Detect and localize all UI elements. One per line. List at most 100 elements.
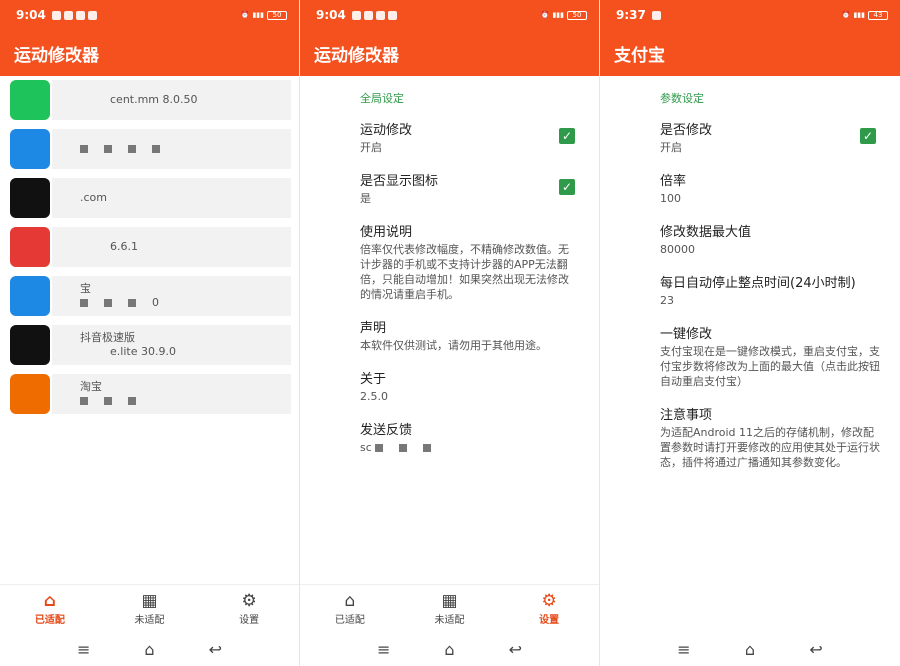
notification-icons — [651, 10, 661, 20]
wechat-app-icon — [10, 80, 50, 120]
status-bar: 9:04 ⏰ ▮▮▮ 50 — [0, 0, 299, 30]
back-icon[interactable]: ↩ — [509, 640, 522, 659]
page-title: 支付宝 — [614, 45, 665, 66]
menu-icon[interactable]: ≡ — [377, 640, 390, 659]
pref-notes[interactable]: 注意事项 为适配Android 11之后的存储机制，修改配置参数时请打开要修改的… — [660, 407, 880, 470]
status-time: 9:04 — [16, 8, 46, 22]
app-name: 抖音极速版 — [80, 331, 135, 344]
nav-settings[interactable]: ⚙ 设置 — [499, 585, 599, 632]
nav-unadapted[interactable]: ▦ 未适配 — [100, 585, 200, 632]
pref-instructions[interactable]: 使用说明 倍率仅代表修改幅度，不精确修改数值。无计步器的手机或不支持计步器的AP… — [360, 224, 579, 302]
alarm-icon: ⏰ — [540, 11, 550, 19]
alarm-icon: ⏰ — [240, 11, 250, 19]
alipay-app-icon — [10, 276, 50, 316]
back-icon[interactable]: ↩ — [209, 640, 222, 659]
pref-sport-modify[interactable]: 运动修改 开启 ✓ — [360, 122, 579, 155]
app-version: 6.6.1 — [110, 240, 138, 253]
page-title: 运动修改器 — [314, 45, 399, 66]
bottom-nav: ⌂ 已适配 ▦ 未适配 ⚙ 设置 — [0, 584, 299, 632]
back-icon[interactable]: ↩ — [809, 640, 822, 659]
notification-icons — [51, 10, 97, 20]
gear-icon: ⚙ — [241, 591, 257, 611]
app-row-qq[interactable]: .com — [0, 174, 299, 222]
app-name: 淘宝 — [80, 380, 102, 393]
app-version: 0 — [80, 296, 159, 310]
status-time: 9:04 — [316, 8, 346, 22]
app-row-taobao[interactable]: 淘宝 — [0, 370, 299, 418]
app-row-4[interactable]: 6.6.1 — [0, 223, 299, 271]
qq-app-icon — [10, 178, 50, 218]
section-title: 参数设定 — [660, 92, 704, 105]
app-row-2[interactable] — [0, 125, 299, 173]
app-row-alipay[interactable]: 宝0 — [0, 272, 299, 320]
app-version — [80, 142, 176, 156]
grid-icon: ▦ — [141, 591, 158, 611]
status-time: 9:37 — [616, 8, 646, 22]
app-name: 宝 — [80, 282, 91, 295]
checkbox-checked-icon[interactable]: ✓ — [559, 128, 575, 144]
app-row-douyin-lite[interactable]: 抖音极速版 e.lite 30.9.0 — [0, 321, 299, 369]
pref-feedback[interactable]: 发送反馈 sc — [360, 422, 579, 455]
notification-icons — [351, 10, 397, 20]
status-right: ⏰ ▮▮▮ 50 — [240, 10, 287, 20]
app-version — [80, 394, 152, 408]
nav-settings[interactable]: ⚙ 设置 — [199, 585, 299, 632]
pref-multiplier[interactable]: 倍率 100 — [660, 173, 880, 206]
settings-list: 参数设定 是否修改 开启 ✓ 倍率 100 修改数据最大值 80000 每日自动… — [660, 90, 880, 488]
taobao-app-icon — [10, 374, 50, 414]
signal-icon: ▮▮▮ — [552, 11, 564, 19]
home-outline-icon[interactable]: ⌂ — [745, 640, 755, 659]
app-icon — [10, 227, 50, 267]
nav-adapted[interactable]: ⌂ 已适配 — [0, 585, 100, 632]
battery-icon: 43 — [868, 10, 888, 20]
app-bar: 运动修改器 — [0, 30, 299, 76]
checkbox-checked-icon[interactable]: ✓ — [559, 179, 575, 195]
status-right: ⏰ ▮▮▮ 43 — [841, 10, 888, 20]
pref-max-value[interactable]: 修改数据最大值 80000 — [660, 224, 880, 257]
system-nav: ≡ ⌂ ↩ — [0, 632, 299, 666]
settings-list: 全局设定 运动修改 开启 ✓ 是否显示图标 是 ✓ 使用说明 倍率仅代表修改幅度… — [360, 90, 579, 473]
app-version: .com — [80, 191, 107, 204]
status-bar: 9:37 ⏰ ▮▮▮ 43 — [600, 0, 900, 30]
system-nav: ≡ ⌂ ↩ — [300, 632, 599, 666]
section-title: 全局设定 — [360, 92, 404, 105]
nav-adapted[interactable]: ⌂ 已适配 — [300, 585, 400, 632]
douyin-app-icon — [10, 325, 50, 365]
home-outline-icon[interactable]: ⌂ — [444, 640, 454, 659]
system-nav: ≡ ⌂ ↩ — [600, 632, 900, 666]
battery-icon: 50 — [267, 10, 287, 20]
status-bar: 9:04 ⏰ ▮▮▮ 50 — [300, 0, 599, 30]
signal-icon: ▮▮▮ — [853, 11, 865, 19]
app-list: cent.mm 8.0.50 .com 6.6.1 宝0 抖音极速版 e.lit… — [0, 76, 299, 419]
pref-one-click-modify[interactable]: 一键修改 支付宝现在是一键修改模式，重启支付宝，支付宝步数将修改为上面的最大值（… — [660, 326, 880, 389]
screen-global-settings: 9:04 ⏰ ▮▮▮ 50 运动修改器 全局设定 运动修改 开启 ✓ 是否显示图… — [300, 0, 600, 666]
home-outline-icon[interactable]: ⌂ — [144, 640, 154, 659]
grid-icon: ▦ — [441, 591, 458, 611]
home-icon: ⌂ — [43, 591, 56, 611]
app-icon — [10, 129, 50, 169]
bottom-nav: ⌂ 已适配 ▦ 未适配 ⚙ 设置 — [300, 584, 599, 632]
app-bar: 支付宝 — [600, 30, 900, 76]
signal-icon: ▮▮▮ — [252, 11, 264, 19]
menu-icon[interactable]: ≡ — [77, 640, 90, 659]
app-version: cent.mm 8.0.50 — [110, 93, 198, 106]
gear-icon: ⚙ — [541, 591, 557, 611]
battery-icon: 50 — [567, 10, 587, 20]
pref-enable-modify[interactable]: 是否修改 开启 ✓ — [660, 122, 880, 155]
nav-unadapted[interactable]: ▦ 未适配 — [400, 585, 500, 632]
pref-show-icon[interactable]: 是否显示图标 是 ✓ — [360, 173, 579, 206]
home-icon: ⌂ — [344, 591, 356, 611]
checkbox-checked-icon[interactable]: ✓ — [860, 128, 876, 144]
app-bar: 运动修改器 — [300, 30, 599, 76]
page-title: 运动修改器 — [14, 45, 99, 66]
app-row-wechat[interactable]: cent.mm 8.0.50 — [0, 76, 299, 124]
pref-statement[interactable]: 声明 本软件仅供测试，请勿用于其他用途。 — [360, 320, 579, 353]
pref-about[interactable]: 关于 2.5.0 — [360, 371, 579, 404]
screen-alipay-params: 9:37 ⏰ ▮▮▮ 43 支付宝 参数设定 是否修改 开启 ✓ 倍率 100 — [600, 0, 900, 666]
alarm-icon: ⏰ — [841, 11, 851, 19]
pref-auto-stop-hour[interactable]: 每日自动停止整点时间(24小时制) 23 — [660, 275, 880, 308]
screen-app-list: 9:04 ⏰ ▮▮▮ 50 运动修改器 cent.mm 8.0.50 .com … — [0, 0, 300, 666]
app-version: e.lite 30.9.0 — [110, 345, 176, 358]
status-right: ⏰ ▮▮▮ 50 — [540, 10, 587, 20]
menu-icon[interactable]: ≡ — [677, 640, 690, 659]
